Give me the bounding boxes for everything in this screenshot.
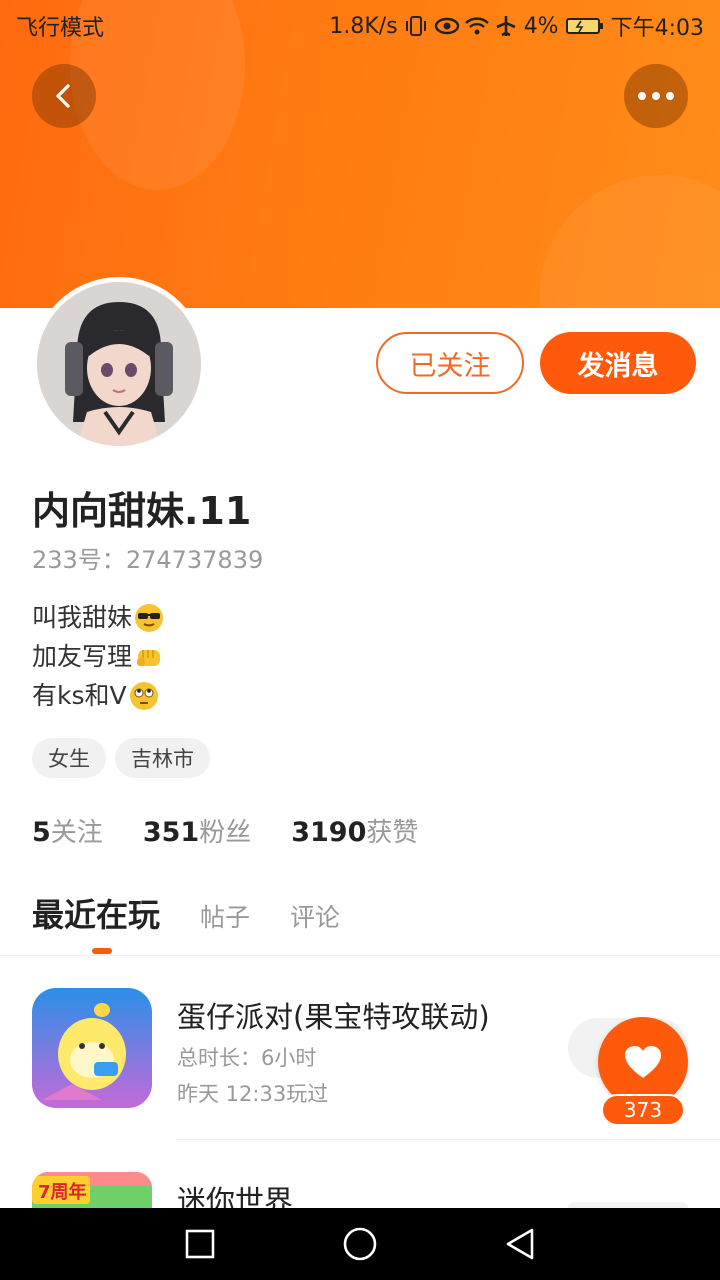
tab-recent-play[interactable]: 最近在玩 [32, 890, 160, 936]
battery-percent: 4% [523, 13, 559, 39]
back-nav-button[interactable] [500, 1224, 540, 1264]
user-id-value: 274737839 [125, 546, 264, 574]
user-id: 233号：274737839 [32, 540, 263, 575]
username: 内向甜妹.11 [32, 489, 252, 533]
bio-line: 叫我甜妹 [32, 603, 133, 632]
recents-button[interactable] [180, 1224, 220, 1264]
user-id-label: 233号： [32, 546, 126, 574]
wifi-icon [464, 15, 489, 37]
home-button[interactable] [340, 1224, 380, 1264]
divider [0, 955, 720, 956]
heart-icon [625, 1046, 661, 1078]
system-nav-bar [0, 1208, 720, 1280]
avatar[interactable] [32, 277, 206, 451]
net-speed: 1.8K/s [329, 13, 398, 39]
bio-line: 有ks和V [32, 681, 127, 710]
active-tab-indicator [92, 948, 112, 954]
divider [176, 1139, 720, 1140]
like-count: 373 [601, 1094, 685, 1126]
game-badge: 7周年 [38, 1181, 87, 1203]
battery-icon [565, 15, 605, 37]
stat-value: 5 [32, 817, 51, 848]
send-message-button[interactable]: 发消息 [540, 332, 696, 394]
profile-tabs: 最近在玩 帖子 评论 [32, 890, 340, 936]
stat-label: 获赞 [366, 818, 419, 848]
vibrate-icon [404, 15, 428, 37]
stat-value: 3190 [291, 817, 367, 848]
eye-roll-emoji-icon [129, 681, 159, 711]
triangle-back-icon [506, 1228, 534, 1260]
chevron-left-icon [56, 84, 70, 108]
square-icon [185, 1229, 215, 1259]
stat-followers[interactable]: 351粉丝 [143, 812, 251, 849]
tab-posts[interactable]: 帖子 [200, 898, 250, 934]
circle-icon [343, 1227, 377, 1261]
stat-likes[interactable]: 3190获赞 [291, 812, 418, 849]
tag-gender: 女生 [32, 738, 106, 778]
clock: 下午4:03 [610, 16, 704, 41]
more-dots-icon [638, 92, 674, 100]
bio-line: 加友写理 [32, 642, 133, 671]
tab-comments[interactable]: 评论 [290, 898, 340, 934]
game-last-played: 昨天 12:33玩过 [177, 1082, 329, 1106]
game-duration: 总时长：6小时 [177, 1046, 317, 1070]
sunglasses-emoji-icon [134, 603, 164, 633]
status-bar: 飞行模式 1.8K/s 4% 下午4:03 [0, 0, 720, 48]
bio: 叫我甜妹 加友写理 有ks和V [32, 598, 164, 715]
game-icon-mini-world: 7周年 [32, 1172, 152, 1208]
airplane-mode-label: 飞行模式 [16, 16, 105, 41]
game-title: 迷你世界 [177, 1184, 294, 1208]
profile-tags: 女生 吉林市 [32, 738, 210, 778]
more-button[interactable] [624, 64, 688, 128]
stat-value: 351 [142, 817, 200, 848]
eye-icon [434, 15, 459, 37]
fist-emoji-icon [134, 642, 164, 672]
game-title: 蛋仔派对(果宝特攻联动) [177, 1000, 490, 1034]
back-button[interactable] [32, 64, 96, 128]
tag-city: 吉林市 [115, 738, 210, 778]
profile-page: 飞行模式 1.8K/s 4% 下午4:03 已关注 发消息 内向甜妹.11 23… [0, 0, 720, 1280]
stat-label: 粉丝 [199, 818, 252, 848]
airplane-icon [494, 15, 518, 37]
followed-button[interactable]: 已关注 [376, 332, 524, 394]
profile-stats: 5关注 351粉丝 3190获赞 [32, 812, 418, 849]
game-icon-eggy-party [32, 988, 152, 1108]
stat-label: 关注 [50, 818, 103, 848]
stat-following[interactable]: 5关注 [32, 812, 103, 849]
